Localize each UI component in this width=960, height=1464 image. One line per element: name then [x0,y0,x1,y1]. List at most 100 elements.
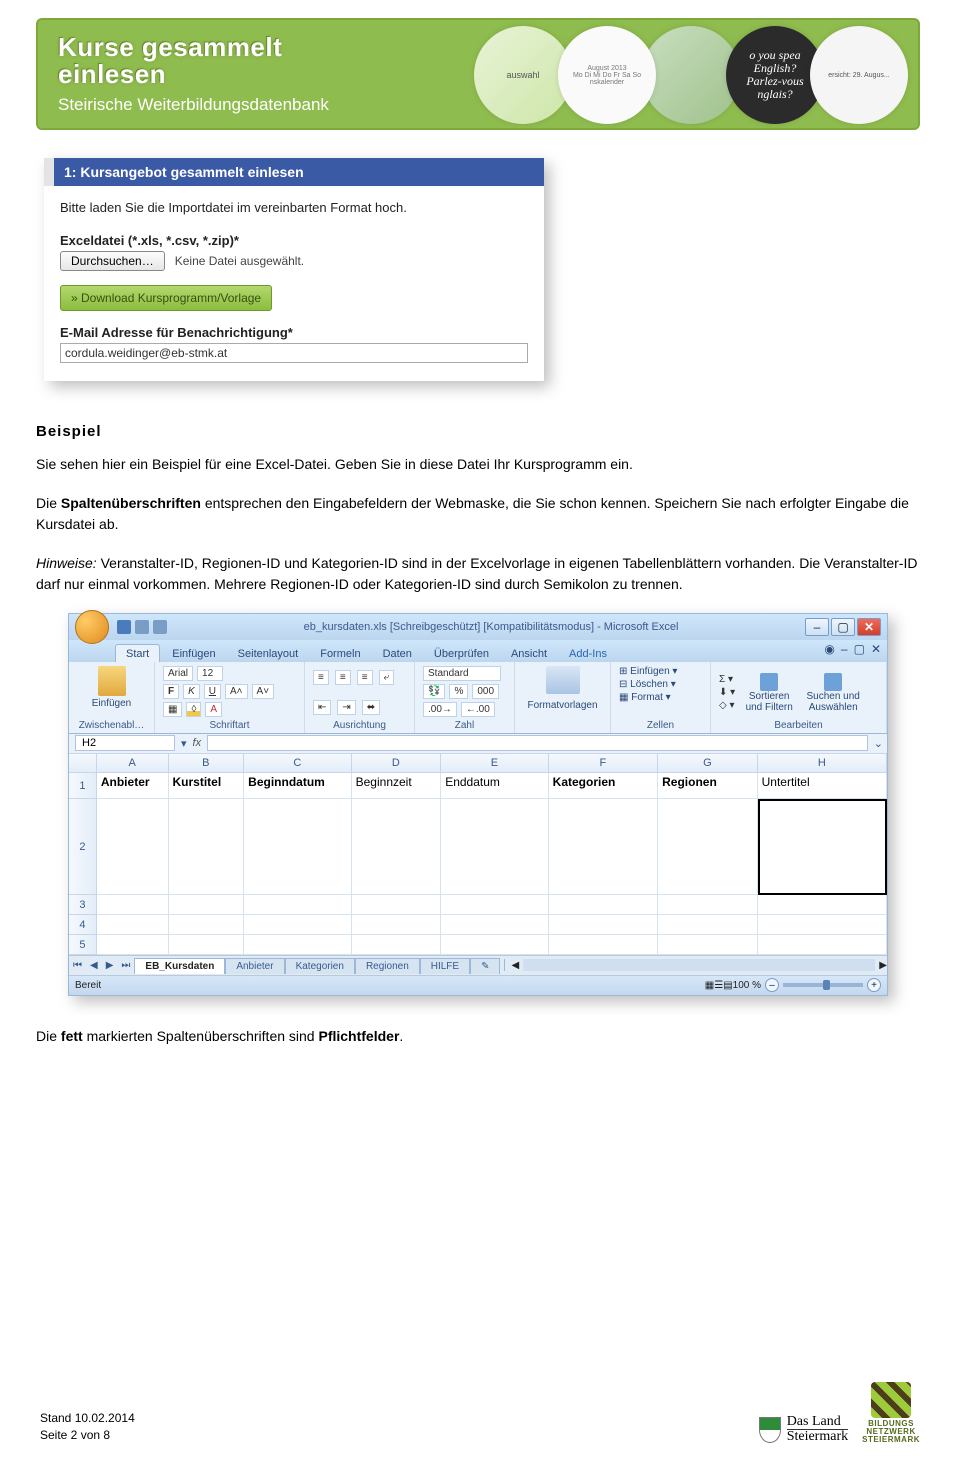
col-header-H[interactable]: H [758,754,887,772]
undo-icon[interactable] [135,620,149,634]
cell-E3[interactable] [441,895,548,915]
view-layout-icon[interactable]: ☰ [714,980,723,991]
cell-H3[interactable] [758,895,887,915]
col-header-D[interactable]: D [352,754,442,772]
cell-C1[interactable]: Beginndatum [244,773,351,799]
tab-einfuegen[interactable]: Einfügen [162,645,225,662]
indent-inc-icon[interactable]: ⇥ [337,700,355,715]
cell-B5[interactable] [169,935,245,955]
email-field[interactable] [60,343,528,363]
hscroll-right-icon[interactable]: ▶ [879,960,887,971]
view-pagebreak-icon[interactable]: ▤ [723,980,732,991]
sheet-tab-kursdaten[interactable]: EB_Kursdaten [134,958,225,974]
tab-addins[interactable]: Add-Ins [559,645,617,662]
sheet-tab-kategorien[interactable]: Kategorien [285,958,355,974]
col-header-C[interactable]: C [244,754,351,772]
sheet-tab-regionen[interactable]: Regionen [355,958,420,974]
clear-icon[interactable]: ◇ ▾ [719,700,735,711]
cell-C2[interactable] [244,799,351,895]
number-format-dropdown[interactable]: Standard [423,666,501,681]
close-workbook-icon[interactable]: ✕ [871,642,881,656]
sheet-tab-anbieter[interactable]: Anbieter [225,958,284,974]
cell-C5[interactable] [244,935,351,955]
office-button-icon[interactable] [75,610,109,644]
format-cells-button[interactable]: ▦ Format ▾ [619,692,671,703]
col-header-A[interactable]: A [97,754,169,772]
save-icon[interactable] [117,620,131,634]
help-icon[interactable]: ◉ [824,642,834,656]
percent-icon[interactable]: % [449,684,468,699]
cell-A1[interactable]: Anbieter [97,773,169,799]
font-shrink-icon[interactable]: A˅ [252,684,275,699]
fill-icon[interactable]: ⬇ ▾ [719,687,735,698]
cell-F5[interactable] [549,935,658,955]
tab-ueberpruefen[interactable]: Überprüfen [424,645,499,662]
close-button[interactable]: ✕ [857,618,881,636]
decimal-inc-icon[interactable]: .00→ [423,702,457,717]
cell-C3[interactable] [244,895,351,915]
formula-bar[interactable] [207,735,868,751]
zoom-slider[interactable] [783,983,863,987]
thousands-icon[interactable]: 000 [472,684,499,699]
underline-button[interactable]: U [204,684,221,699]
cell-E1[interactable]: Enddatum [441,773,548,799]
fx-icon[interactable]: fx [193,737,202,749]
cell-D2[interactable] [352,799,442,895]
cell-H5[interactable] [758,935,887,955]
restore-icon[interactable]: ▢ [854,642,865,656]
sheet-nav-last-icon[interactable]: ⏭ [117,960,134,971]
paste-icon[interactable] [98,666,126,696]
italic-button[interactable]: K [183,684,200,699]
sheet-tab-hilfe[interactable]: HILFE [420,958,470,974]
styles-icon[interactable] [546,666,580,694]
row-header-3[interactable]: 3 [69,895,97,915]
browse-button[interactable]: Durchsuchen… [60,251,165,271]
sheet-nav-next-icon[interactable]: ▶ [102,960,118,971]
cell-D5[interactable] [352,935,442,955]
cell-A2[interactable] [97,799,169,895]
download-template-button[interactable]: » Download Kursprogramm/Vorlage [60,285,272,311]
border-icon[interactable]: ▦ [163,702,182,717]
font-size-dropdown[interactable]: 12 [197,666,223,681]
wrap-text-icon[interactable]: ⤶ [379,670,395,685]
maximize-button[interactable]: ▢ [831,618,855,636]
font-name-dropdown[interactable]: Arial [163,666,193,681]
redo-icon[interactable] [153,620,167,634]
cell-D4[interactable] [352,915,442,935]
col-header-F[interactable]: F [549,754,658,772]
cell-A4[interactable] [97,915,169,935]
cell-D3[interactable] [352,895,442,915]
cell-F1[interactable]: Kategorien [549,773,658,799]
fill-color-icon[interactable]: ◊ [186,702,201,717]
align-right-icon[interactable]: ≡ [357,670,373,685]
col-header-B[interactable]: B [169,754,245,772]
cell-E5[interactable] [441,935,548,955]
expand-formula-bar-icon[interactable]: ⌄ [874,737,883,750]
cell-F2[interactable] [549,799,658,895]
insert-cells-button[interactable]: ⊞ Einfügen ▾ [619,666,677,677]
name-box[interactable] [75,735,175,751]
autosum-icon[interactable]: Σ ▾ [719,674,735,685]
tab-formeln[interactable]: Formeln [310,645,370,662]
cell-A3[interactable] [97,895,169,915]
tab-ansicht[interactable]: Ansicht [501,645,557,662]
tab-start[interactable]: Start [115,644,160,662]
cell-G5[interactable] [658,935,758,955]
select-all-corner[interactable] [69,754,97,772]
cell-G3[interactable] [658,895,758,915]
sort-filter-icon[interactable] [760,673,778,691]
cell-F3[interactable] [549,895,658,915]
row-header-1[interactable]: 1 [69,773,97,799]
tab-daten[interactable]: Daten [373,645,422,662]
cell-B1[interactable]: Kurstitel [169,773,245,799]
row-header-5[interactable]: 5 [69,935,97,955]
cell-H4[interactable] [758,915,887,935]
sheet-nav-first-icon[interactable]: ⏮ [69,960,86,971]
align-left-icon[interactable]: ≡ [313,670,329,685]
delete-cells-button[interactable]: ⊟ Löschen ▾ [619,679,676,690]
col-header-E[interactable]: E [441,754,548,772]
cell-H2[interactable] [758,799,887,895]
sheet-nav-prev-icon[interactable]: ◀ [86,960,102,971]
row-header-4[interactable]: 4 [69,915,97,935]
cell-G2[interactable] [658,799,758,895]
